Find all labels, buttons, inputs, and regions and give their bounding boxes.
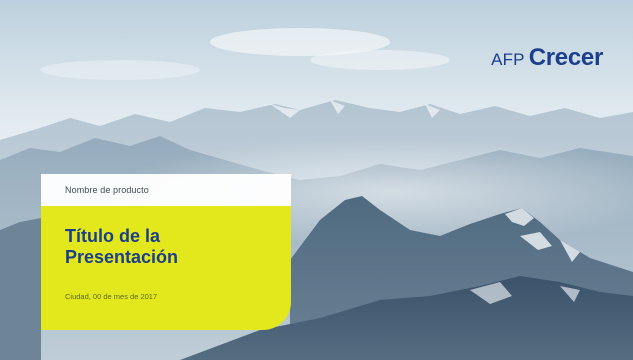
date-label: Ciudad, 00 de mes de 2017	[65, 292, 158, 301]
slide: AFP Crecer Nombre de producto Título de …	[0, 0, 633, 360]
afp-crecer-logo: AFP Crecer	[491, 44, 603, 72]
presentation-title-line-2: Presentación	[65, 247, 179, 267]
product-name-bar: Nombre de producto	[41, 174, 291, 206]
presentation-title-line-1: Título de la	[65, 226, 161, 246]
product-name-label: Nombre de producto	[65, 185, 149, 195]
title-box: Título de la Presentación Ciudad, 00 de …	[41, 206, 291, 330]
logo-crecer-text: Crecer	[528, 44, 604, 71]
logo-afp-text: AFP	[491, 50, 525, 69]
